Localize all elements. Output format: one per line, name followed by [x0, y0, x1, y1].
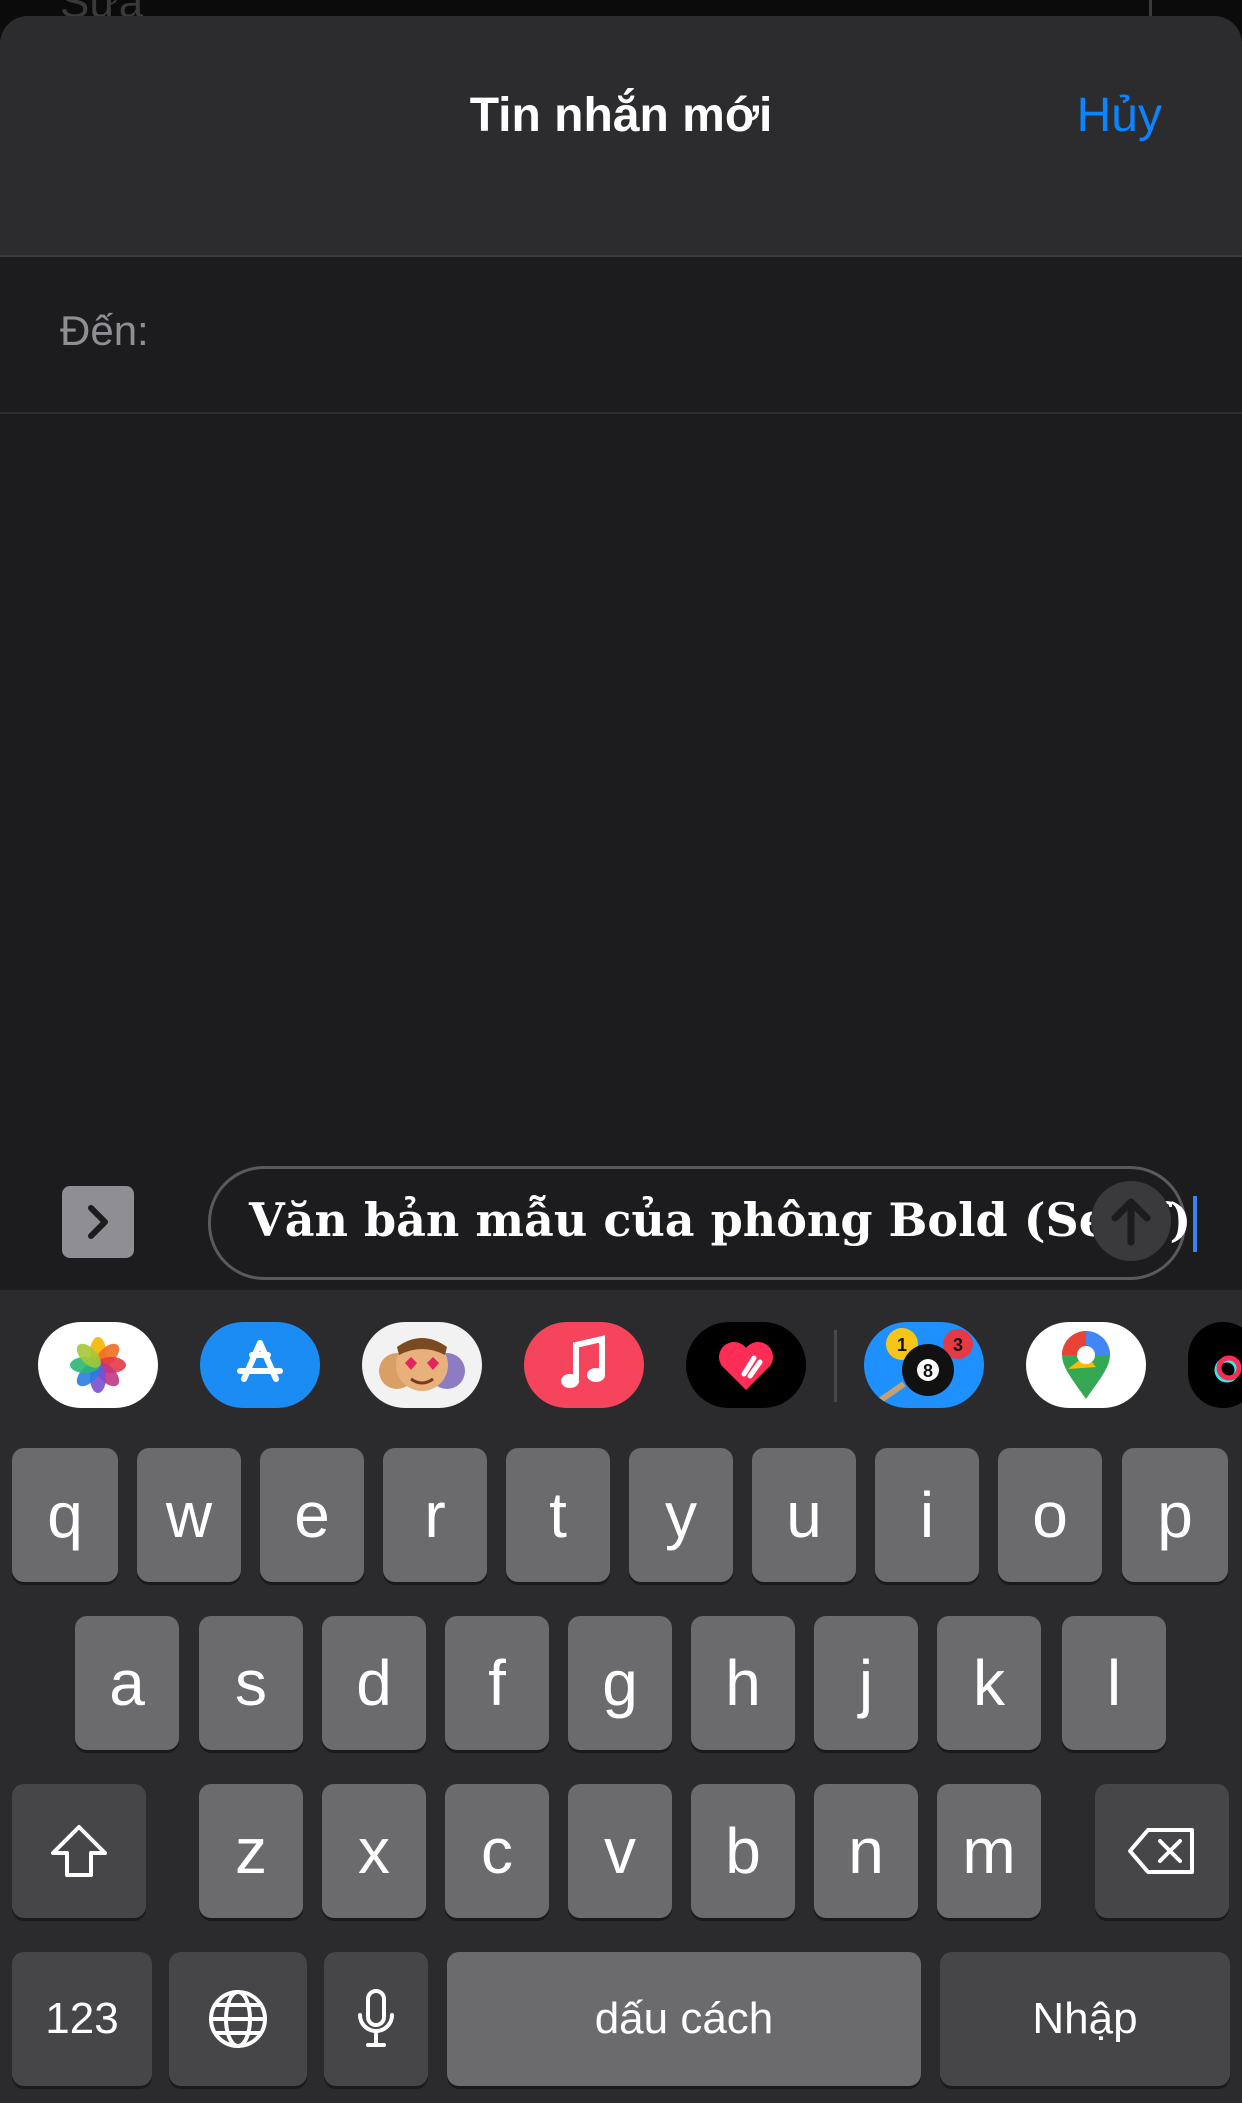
app-strip: 1 3 8 — [0, 1290, 1242, 1420]
globe-key[interactable] — [169, 1952, 307, 2086]
return-key[interactable]: Nhập — [940, 1952, 1230, 2086]
key-l[interactable]: l — [1062, 1616, 1166, 1750]
map-pin-icon — [1062, 1331, 1110, 1399]
send-button[interactable] — [1091, 1181, 1171, 1261]
key-b[interactable]: b — [691, 1784, 795, 1918]
app-strip-divider — [834, 1330, 837, 1402]
key-r[interactable]: r — [383, 1448, 487, 1582]
key-t[interactable]: t — [506, 1448, 610, 1582]
page-title: Tin nhắn mới — [469, 89, 773, 142]
key-j[interactable]: j — [814, 1616, 918, 1750]
delete-icon — [1128, 1828, 1194, 1874]
compose-bar: Văn bản mẫu của phông Bold (Serif) — [0, 1166, 1242, 1292]
key-m[interactable]: m — [937, 1784, 1041, 1918]
billiard-balls-icon: 1 3 8 — [870, 1328, 973, 1408]
key-f[interactable]: f — [445, 1616, 549, 1750]
tiktok-icon[interactable] — [1188, 1322, 1242, 1408]
music-app-icon[interactable] — [524, 1322, 644, 1408]
key-x[interactable]: x — [322, 1784, 426, 1918]
space-key[interactable]: dấu cách — [447, 1952, 921, 2086]
key-a[interactable]: a — [75, 1616, 179, 1750]
memoji-faces-icon — [379, 1338, 465, 1391]
arrow-up-icon — [1111, 1198, 1151, 1246]
key-i[interactable]: i — [875, 1448, 979, 1582]
message-text: Văn bản mẫu của phông Bold (Serif) — [249, 1193, 1198, 1252]
key-o[interactable]: o — [998, 1448, 1102, 1582]
svg-text:1: 1 — [897, 1335, 907, 1355]
key-q[interactable]: q — [12, 1448, 118, 1582]
key-h[interactable]: h — [691, 1616, 795, 1750]
recipient-label: Đến: — [60, 307, 149, 354]
microphone-icon — [358, 1989, 394, 2047]
svg-text:8: 8 — [923, 1361, 933, 1381]
dictation-key[interactable] — [324, 1952, 428, 2086]
photos-app-icon[interactable] — [38, 1322, 158, 1408]
globe-icon — [209, 1990, 267, 2048]
nav-bar: Tin nhắn mới Hủy — [0, 16, 1242, 257]
key-w[interactable]: w — [137, 1448, 241, 1582]
key-g[interactable]: g — [568, 1616, 672, 1750]
text-caret — [1193, 1196, 1198, 1252]
photos-flower-icon — [70, 1337, 126, 1393]
svg-text:3: 3 — [953, 1335, 963, 1355]
key-c[interactable]: c — [445, 1784, 549, 1918]
numbers-key[interactable]: 123 — [12, 1952, 152, 2086]
music-note-icon — [561, 1335, 605, 1388]
chevron-right-icon — [88, 1205, 108, 1239]
key-y[interactable]: y — [629, 1448, 733, 1582]
8-ball-pool-icon[interactable]: 1 3 8 — [864, 1322, 984, 1408]
key-n[interactable]: n — [814, 1784, 918, 1918]
app-store-icon[interactable] — [200, 1322, 320, 1408]
app-store-a-icon — [237, 1340, 283, 1382]
key-v[interactable]: v — [568, 1784, 672, 1918]
expand-apps-button[interactable] — [62, 1186, 134, 1258]
key-u[interactable]: u — [752, 1448, 856, 1582]
heart-icon — [719, 1342, 773, 1390]
google-maps-icon[interactable] — [1026, 1322, 1146, 1408]
tiktok-note-icon — [1214, 1355, 1242, 1383]
new-message-sheet: Tin nhắn mới Hủy Đến: Văn bản mẫu của ph… — [0, 16, 1242, 2103]
cancel-button[interactable]: Hủy — [1077, 88, 1162, 143]
backspace-key[interactable] — [1095, 1784, 1229, 1918]
digital-touch-icon[interactable] — [686, 1322, 806, 1408]
shift-key[interactable] — [12, 1784, 146, 1918]
message-input[interactable]: Văn bản mẫu của phông Bold (Serif) — [208, 1166, 1198, 1280]
key-k[interactable]: k — [937, 1616, 1041, 1750]
key-d[interactable]: d — [322, 1616, 426, 1750]
key-z[interactable]: z — [199, 1784, 303, 1918]
shift-arrow-icon — [51, 1825, 107, 1877]
key-p[interactable]: p — [1122, 1448, 1228, 1582]
recipient-field[interactable]: Đến: — [0, 257, 1242, 414]
key-s[interactable]: s — [199, 1616, 303, 1750]
key-e[interactable]: e — [260, 1448, 364, 1582]
keyboard: 1 3 8 q w e r t y u i o p a s d f g h j … — [0, 1290, 1242, 2103]
memoji-icon[interactable] — [362, 1322, 482, 1408]
